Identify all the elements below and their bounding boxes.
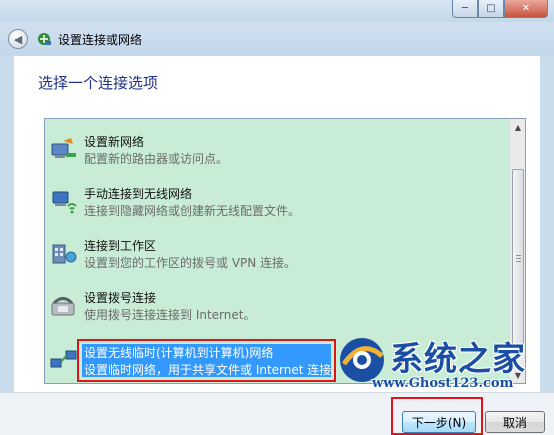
window-title: 设置连接或网络 [58, 32, 143, 47]
option-description: 连接到隐藏网络或创建新无线配置文件。 [84, 204, 301, 218]
new-network-icon [51, 138, 76, 158]
page-title: 选择一个连接选项 [38, 74, 159, 92]
option-title: 设置新网络 [84, 135, 145, 149]
wireless-network-icon [52, 191, 77, 214]
list-item-workplace[interactable]: 连接到工作区 设置到您的工作区的拨号或 VPN 连接。 [45, 229, 510, 281]
thumb-grip [516, 261, 521, 262]
list-item-dialup[interactable]: 设置拨号连接 使用拨号连接连接到 Internet。 [45, 281, 510, 333]
watermark-url: www.Ghost123.com [372, 376, 514, 391]
list-item-manual-wireless[interactable]: 手动连接到无线网络 连接到隐藏网络或创建新无线配置文件。 [45, 177, 510, 229]
watermark: 系统之家 www.Ghost123.com [336, 332, 550, 394]
close-button[interactable]: ✕ [504, 0, 548, 18]
option-title: 连接到工作区 [84, 239, 157, 253]
network-setup-icon [38, 33, 51, 45]
cancel-button[interactable]: 取消 [485, 411, 545, 433]
title-bar: ─ □ ✕ [0, 0, 554, 22]
option-title: 设置拨号连接 [84, 291, 157, 305]
adhoc-network-icon [50, 350, 77, 368]
navigation-bar: ◀ 设置连接或网络 [0, 22, 554, 56]
highlight-box-selected-option [77, 339, 336, 382]
minimize-button[interactable]: ─ [452, 0, 478, 18]
scroll-up-arrow-icon[interactable]: ▲ [510, 119, 525, 135]
thumb-grip [516, 255, 521, 256]
maximize-button[interactable]: □ [478, 0, 504, 18]
highlight-box-next-button [391, 397, 483, 435]
dialup-phone-icon [51, 297, 75, 316]
option-description: 配置新的路由器或访问点。 [84, 152, 229, 166]
watermark-brand: 系统之家 [390, 339, 526, 378]
workplace-icon [52, 244, 77, 264]
back-arrow-icon: ◀ [13, 32, 23, 46]
back-button[interactable]: ◀ [8, 29, 28, 49]
scrollbar-thumb[interactable] [512, 169, 524, 347]
thumb-grip [516, 258, 521, 259]
option-title: 手动连接到无线网络 [84, 187, 193, 201]
window-controls: ─ □ ✕ [452, 0, 548, 18]
option-description: 设置到您的工作区的拨号或 VPN 连接。 [84, 256, 297, 270]
option-description: 使用拨号连接连接到 Internet。 [84, 308, 256, 322]
list-item-new-network[interactable]: 设置新网络 配置新的路由器或访问点。 [45, 125, 510, 177]
